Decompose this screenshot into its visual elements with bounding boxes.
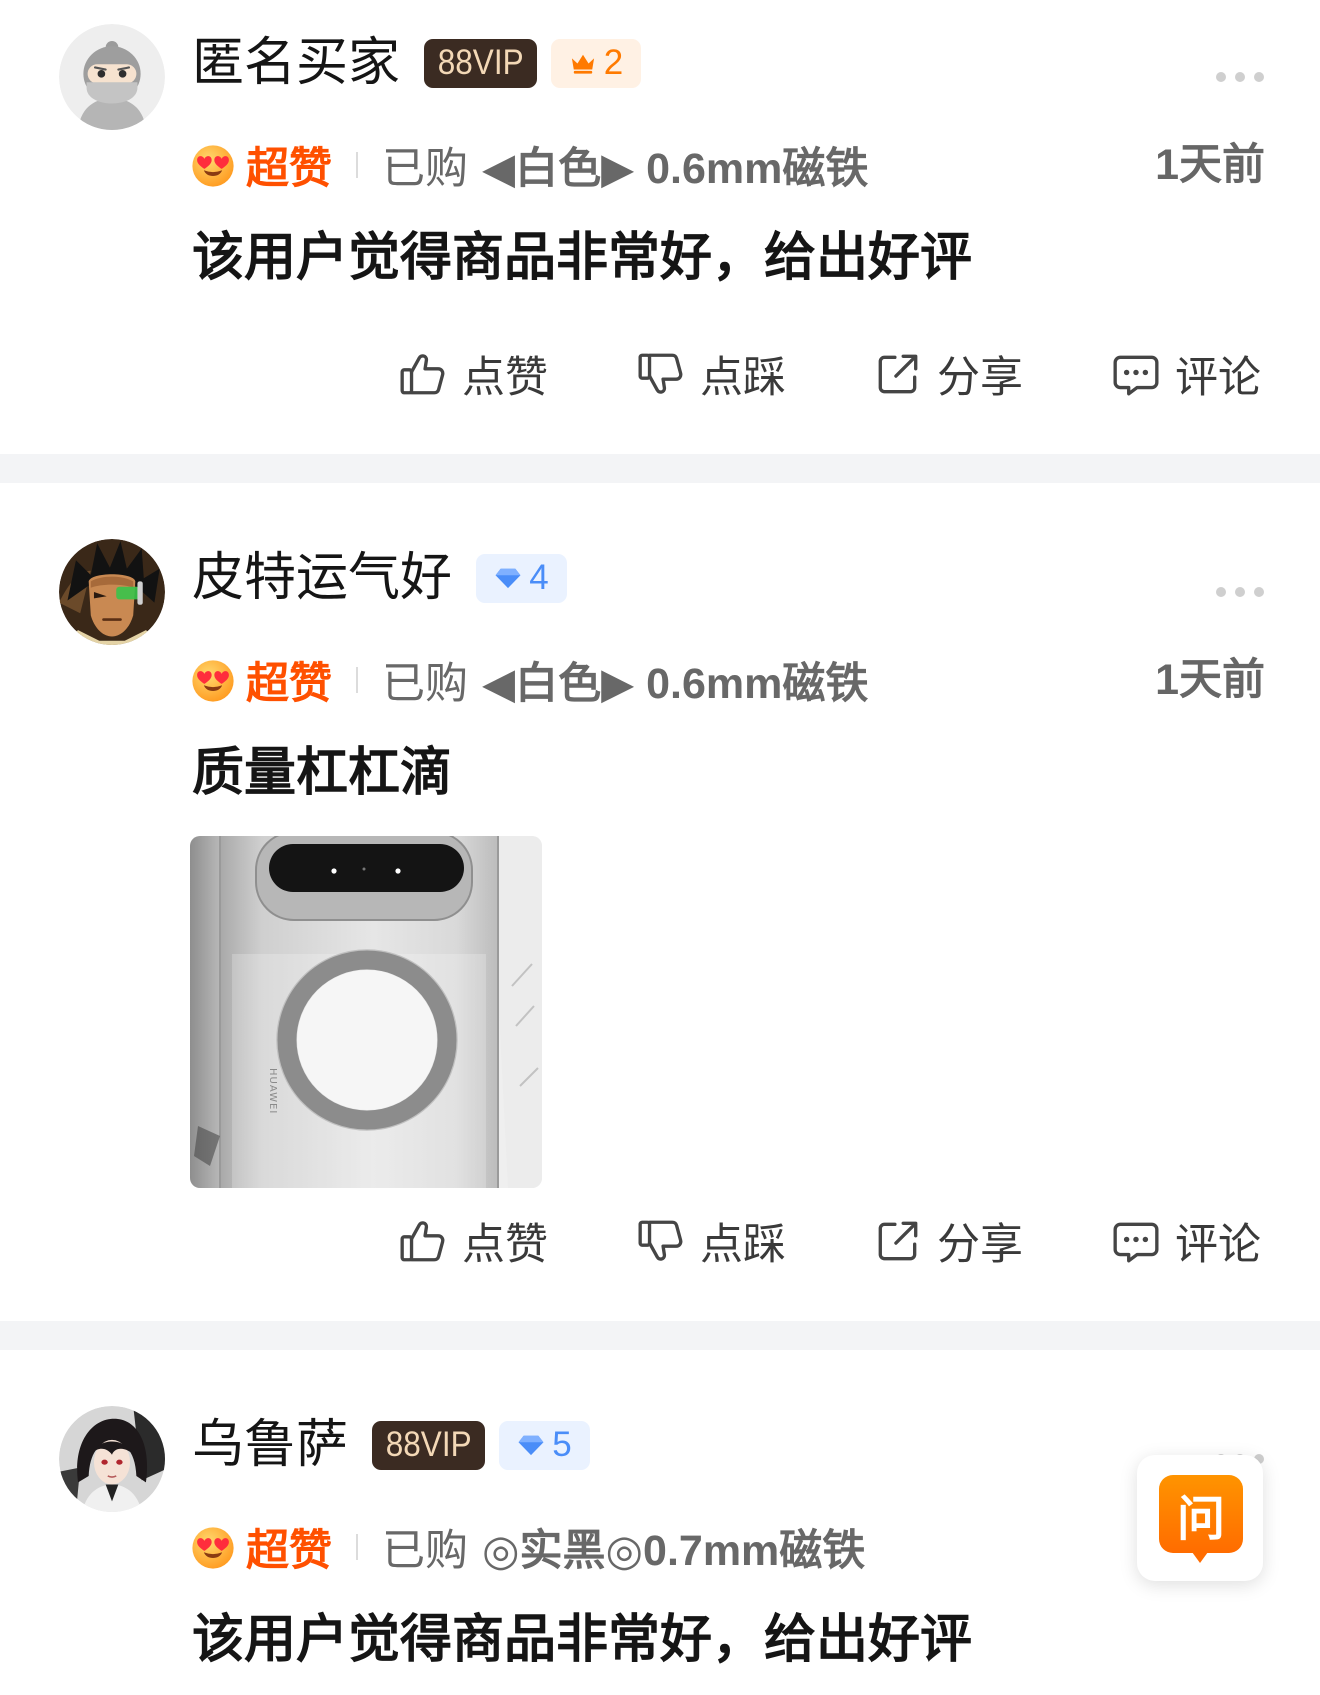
badge-label: 2 — [603, 43, 624, 82]
section-divider — [0, 1321, 1320, 1350]
review-card: 皮特运气好 4 超赞 已购 ◀白色▶ 0.6mm磁铁 1天前 质量杠杠滴 HUA… — [0, 483, 1320, 1321]
dislike-label: 点踩 — [700, 354, 786, 402]
purchased-label: 已购 — [382, 1527, 468, 1575]
crown-icon — [569, 51, 597, 75]
comment-button[interactable]: 评论 — [1111, 349, 1261, 402]
product-photo: HUAWEI — [190, 836, 542, 1188]
heart-eyes-emoji-icon — [190, 657, 236, 703]
sku-variant: ◀白色▶ 0.6mm磁铁 — [482, 145, 869, 193]
thumbs-up-icon — [398, 1216, 448, 1266]
user-header: 乌鲁萨 88VIP 5 — [192, 1416, 604, 1474]
review-card: 匿名买家 88VIP 2 超赞 已购 ◀白色▶ 0.6mm磁铁 1天前 该用户觉… — [0, 0, 1320, 454]
username[interactable]: 匿名买家 — [192, 33, 400, 93]
review-time: 1天前 — [1155, 141, 1265, 189]
crown-level-badge[interactable]: 2 — [551, 38, 642, 88]
88vip-badge[interactable]: 88VIP — [372, 1420, 486, 1470]
share-button[interactable]: 分享 — [873, 349, 1023, 402]
anonymous-ninja-avatar — [59, 24, 165, 130]
review-feed: 匿名买家 88VIP 2 超赞 已购 ◀白色▶ 0.6mm磁铁 1天前 该用户觉… — [0, 0, 1320, 1695]
review-text: 该用户觉得商品非常好，给出好评 — [192, 1611, 973, 1669]
like-label: 点赞 — [462, 354, 548, 402]
share-button[interactable]: 分享 — [873, 1216, 1023, 1269]
ask-icon-tail — [1192, 1552, 1208, 1563]
divider — [356, 667, 358, 693]
purchased-label: 已购 — [382, 145, 468, 193]
88vip-badge[interactable]: 88VIP — [424, 38, 538, 88]
more-options-icon[interactable] — [1216, 587, 1264, 597]
anime-warrior-avatar — [59, 539, 165, 645]
review-text: 该用户觉得商品非常好，给出好评 — [192, 229, 973, 287]
sku-variant: ◎实黑◎0.7mm磁铁 — [482, 1527, 866, 1575]
badge-label: 5 — [552, 1425, 572, 1464]
section-divider — [0, 454, 1320, 483]
review-photo[interactable]: HUAWEI — [190, 836, 542, 1188]
rating-label: 超赞 — [246, 145, 332, 193]
badge-label: 88VIP — [385, 1425, 472, 1464]
more-options-icon[interactable] — [1216, 72, 1264, 82]
comment-icon — [1111, 349, 1161, 399]
avatar[interactable] — [59, 539, 165, 645]
thumbs-down-icon — [636, 1216, 686, 1266]
purchased-label: 已购 — [382, 660, 468, 708]
diamond-level-badge[interactable]: 4 — [476, 553, 568, 603]
comment-button[interactable]: 评论 — [1111, 1216, 1261, 1269]
user-header: 匿名买家 88VIP 2 — [192, 34, 655, 92]
sku-variant: ◀白色▶ 0.6mm磁铁 — [482, 660, 869, 708]
review-meta: 超赞 已购 ◀白色▶ 0.6mm磁铁 — [190, 656, 868, 708]
like-label: 点赞 — [462, 1221, 548, 1269]
share-icon — [873, 349, 923, 399]
dislike-button[interactable]: 点踩 — [636, 349, 786, 402]
like-button[interactable]: 点赞 — [398, 349, 548, 402]
diamond-icon — [517, 1433, 545, 1457]
dislike-button[interactable]: 点踩 — [636, 1216, 786, 1269]
like-button[interactable]: 点赞 — [398, 1216, 548, 1269]
comment-label: 评论 — [1175, 354, 1261, 402]
review-meta: 超赞 已购 ◎实黑◎0.7mm磁铁 — [190, 1523, 865, 1575]
badge-label: 88VIP — [437, 43, 524, 82]
rating-label: 超赞 — [246, 660, 332, 708]
ask-icon: 问 — [1159, 1475, 1243, 1553]
diamond-level-badge[interactable]: 5 — [499, 1420, 591, 1470]
ask-label: 问 — [1176, 1493, 1225, 1546]
share-label: 分享 — [937, 1221, 1023, 1269]
heart-eyes-emoji-icon — [190, 142, 236, 188]
review-meta: 超赞 已购 ◀白色▶ 0.6mm磁铁 — [190, 141, 868, 193]
avatar[interactable] — [59, 1406, 165, 1512]
thumbs-up-icon — [398, 349, 448, 399]
review-text: 质量杠杠滴 — [192, 744, 453, 802]
divider — [356, 152, 358, 178]
badge-label: 4 — [529, 558, 549, 597]
diamond-icon — [494, 566, 522, 590]
username[interactable]: 乌鲁萨 — [192, 1415, 348, 1475]
ask-question-button[interactable]: 问 — [1137, 1455, 1263, 1581]
review-time: 1天前 — [1155, 656, 1265, 704]
share-icon — [873, 1216, 923, 1266]
avatar[interactable] — [59, 24, 165, 130]
thumbs-down-icon — [636, 349, 686, 399]
dislike-label: 点踩 — [700, 1221, 786, 1269]
heart-eyes-emoji-icon — [190, 1524, 236, 1570]
anime-girl-avatar — [59, 1406, 165, 1512]
photo-lettering: HUAWEI — [267, 1068, 278, 1114]
username[interactable]: 皮特运气好 — [192, 548, 452, 608]
rating-label: 超赞 — [246, 1527, 332, 1575]
comment-label: 评论 — [1175, 1221, 1261, 1269]
comment-icon — [1111, 1216, 1161, 1266]
user-header: 皮特运气好 4 — [192, 549, 581, 607]
share-label: 分享 — [937, 354, 1023, 402]
divider — [356, 1534, 358, 1560]
review-card: 乌鲁萨 88VIP 5 超赞 已购 ◎实黑◎0.7mm磁铁 该用户觉得商品非常好… — [0, 1350, 1320, 1695]
